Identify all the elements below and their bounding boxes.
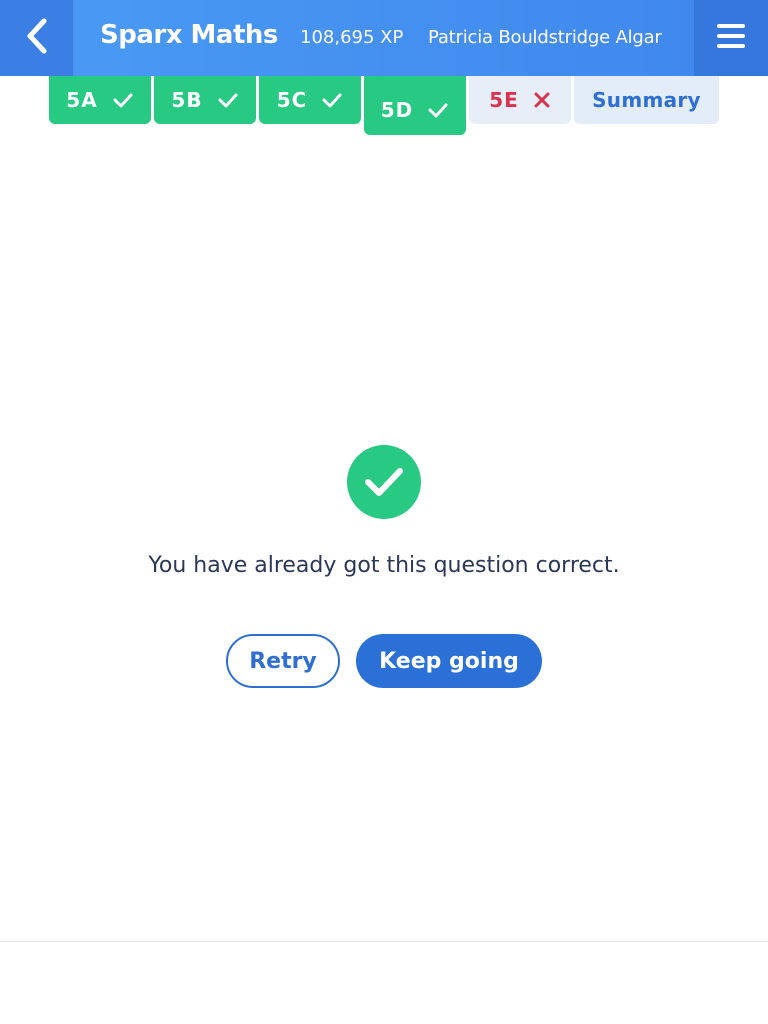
app-title: Sparx Maths xyxy=(100,20,278,50)
retry-button[interactable]: Retry xyxy=(226,634,340,688)
back-button[interactable] xyxy=(0,0,73,76)
tab-label: 5C xyxy=(276,88,308,112)
status-message: You have already got this question corre… xyxy=(148,553,620,578)
tab-5c[interactable]: 5C xyxy=(259,76,361,124)
menu-button[interactable] xyxy=(694,0,768,76)
cross-icon xyxy=(533,91,551,109)
tab-label: 5A xyxy=(66,88,98,112)
tab-label: 5D xyxy=(380,97,414,122)
keep-going-button[interactable]: Keep going xyxy=(356,634,542,688)
check-icon xyxy=(321,91,343,109)
divider xyxy=(0,941,768,942)
tab-5e[interactable]: 5E xyxy=(469,76,571,124)
top-bar: Sparx Maths 108,695 XP Patricia Bouldstr… xyxy=(0,0,768,76)
tab-5d[interactable]: 5D xyxy=(364,76,466,135)
check-icon xyxy=(112,91,134,109)
chevron-left-icon xyxy=(24,16,50,60)
tab-summary[interactable]: Summary xyxy=(574,76,719,124)
check-icon xyxy=(427,101,449,119)
tab-label: Summary xyxy=(592,88,701,112)
check-icon xyxy=(217,91,239,109)
user-name: Patricia Bouldstridge Algar xyxy=(428,27,662,48)
hamburger-menu-icon xyxy=(716,23,746,53)
tab-label: 5B xyxy=(171,88,203,112)
task-tabs: 5A 5B 5C 5D 5E Summary xyxy=(0,76,768,140)
tab-5a[interactable]: 5A xyxy=(49,76,151,124)
check-circle-icon xyxy=(347,445,421,519)
tab-label: 5E xyxy=(489,88,519,112)
tab-5b[interactable]: 5B xyxy=(154,76,256,124)
xp-counter: 108,695 XP xyxy=(300,27,404,48)
